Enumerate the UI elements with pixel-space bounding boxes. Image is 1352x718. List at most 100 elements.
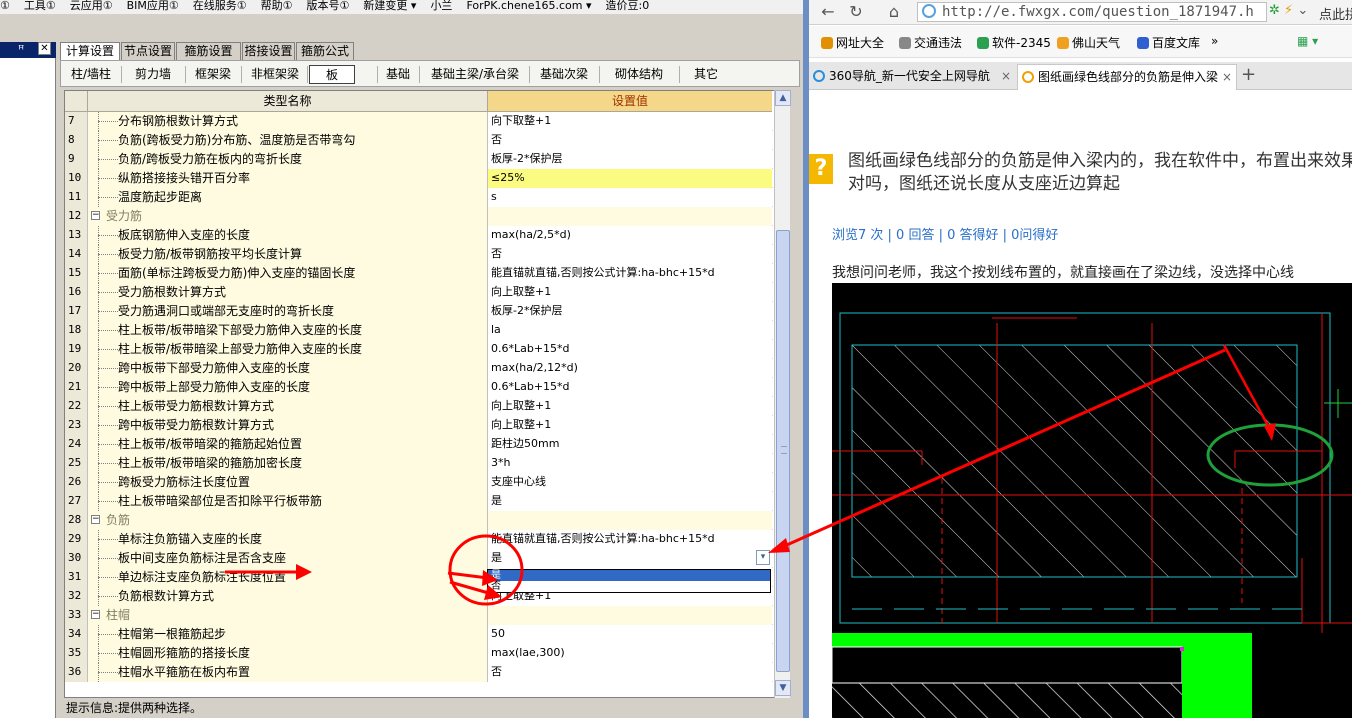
row-value[interactable]: ≤25% xyxy=(488,169,772,188)
row-value[interactable]: max(ha/2,12*d) xyxy=(488,359,772,378)
row-type-name[interactable]: 面筋(单标注跨板受力筋)伸入支座的锚固长度 xyxy=(88,264,488,283)
apps-icon[interactable]: ▦ ▾ xyxy=(1297,34,1318,48)
chevron-down-icon[interactable]: ▾ xyxy=(756,550,770,565)
scroll-up-icon[interactable]: ▲ xyxy=(775,90,791,106)
tab-top-0[interactable]: 计算设置 xyxy=(60,42,120,61)
header-setting-value[interactable]: 设置值 xyxy=(488,91,772,112)
menu-item[interactable]: 在线服务① xyxy=(193,0,247,12)
home-icon[interactable]: ⌂ xyxy=(883,2,905,22)
close-tab-icon[interactable]: × xyxy=(1222,65,1232,89)
row-type-name[interactable]: 负筋根数计算方式 xyxy=(88,587,488,606)
row-value[interactable]: la xyxy=(488,321,772,340)
menu-item[interactable]: 帮助① xyxy=(261,0,293,12)
row-type-name[interactable]: 柱帽圆形箍筋的搭接长度 xyxy=(88,644,488,663)
row-type-name[interactable]: 板受力筋/板带钢筋按平均长度计算 xyxy=(88,245,488,264)
table-row[interactable]: 7 分布钢筋根数计算方式 向下取整+1 xyxy=(65,112,773,131)
dropdown-option[interactable]: 否 xyxy=(488,581,770,592)
bookmark-item[interactable]: 网址大全 xyxy=(821,34,884,51)
row-value[interactable]: 能直锚就直锚,否则按公式计算:ha-bhc+15*d xyxy=(488,530,772,549)
tab-top-2[interactable]: 箍筋设置 xyxy=(176,42,241,60)
menu-item[interactable]: 小兰 xyxy=(430,0,452,12)
row-type-name[interactable]: 受力筋遇洞口或端部无支座时的弯折长度 xyxy=(88,302,488,321)
close-tab-icon[interactable]: × xyxy=(1001,64,1011,88)
row-type-name[interactable]: 负筋/跨板受力筋在板内的弯折长度 xyxy=(88,150,488,169)
row-type-name[interactable]: 负筋(跨板受力筋)分布筋、温度筋是否带弯勾 xyxy=(88,131,488,150)
row-type-name[interactable]: 跨板受力筋标注长度位置 xyxy=(88,473,488,492)
table-row[interactable]: 22 柱上板带受力筋根数计算方式 向上取整+1 xyxy=(65,397,773,416)
tab-top-4[interactable]: 箍筋公式 xyxy=(296,42,354,60)
value-dropdown-list[interactable]: 是否 xyxy=(487,569,771,593)
tab-sub-7[interactable]: 基础次梁 xyxy=(531,65,597,84)
row-value[interactable]: 板厚-2*保护层 xyxy=(488,150,772,169)
row-value[interactable]: max(ha/2,5*d) xyxy=(488,226,772,245)
table-row[interactable]: 11 温度筋起步距离 s xyxy=(65,188,773,207)
table-row[interactable]: 27 柱上板带暗梁部位是否扣除平行板带筋 是 xyxy=(65,492,773,511)
bookmark-item[interactable]: 软件-2345 xyxy=(977,34,1051,51)
row-type-name[interactable]: 单标注负筋锚入支座的长度 xyxy=(88,530,488,549)
row-value[interactable]: 支座中心线 xyxy=(488,473,772,492)
tab-sub-4[interactable]: 板 xyxy=(309,65,355,84)
vertical-scrollbar[interactable]: ▲ ▼ xyxy=(774,90,791,698)
tab-top-1[interactable]: 节点设置 xyxy=(121,42,175,60)
group-row[interactable]: 33− 柱帽 xyxy=(65,606,773,625)
row-type-name[interactable]: 柱上板带/板带暗梁上部受力筋伸入支座的长度 xyxy=(88,340,488,359)
browser-tab[interactable]: 图纸画绿色线部分的负筋是伸入梁 × xyxy=(1017,64,1237,90)
scroll-thumb[interactable] xyxy=(776,230,790,672)
row-value[interactable] xyxy=(488,511,772,530)
menu-item[interactable]: 工具① xyxy=(24,0,56,12)
row-value[interactable]: 向下取整+1 xyxy=(488,112,772,131)
row-value[interactable]: 0.6*Lab+15*d xyxy=(488,378,772,397)
menu-item[interactable]: ① xyxy=(0,0,10,12)
table-row[interactable]: 8 负筋(跨板受力筋)分布筋、温度筋是否带弯勾 否 xyxy=(65,131,773,150)
scroll-down-icon[interactable]: ▼ xyxy=(775,680,791,696)
collapse-icon[interactable]: − xyxy=(91,610,100,619)
collapse-icon[interactable]: − xyxy=(91,515,100,524)
row-type-name[interactable]: 温度筋起步距离 xyxy=(88,188,488,207)
pin-icon[interactable]: ꟸ xyxy=(18,43,24,56)
table-row[interactable]: 35 柱帽圆形箍筋的搭接长度 max(lae,300) xyxy=(65,644,773,663)
row-type-name[interactable]: 柱上板带/板带暗梁的箍筋起始位置 xyxy=(88,435,488,454)
row-type-name[interactable]: 柱上板带/板带暗梁下部受力筋伸入支座的长度 xyxy=(88,321,488,340)
url-right-text[interactable]: 点此拼 xyxy=(1319,4,1352,23)
row-type-name[interactable]: 板中间支座负筋标注是否含支座 xyxy=(88,549,488,568)
row-value[interactable]: 3*h xyxy=(488,454,772,473)
new-tab-icon[interactable]: + xyxy=(1241,64,1256,85)
row-type-name[interactable]: 受力筋根数计算方式 xyxy=(88,283,488,302)
table-row[interactable]: 34 柱帽第一根箍筋起步 50 xyxy=(65,625,773,644)
table-row[interactable]: 14 板受力筋/板带钢筋按平均长度计算 否 xyxy=(65,245,773,264)
row-type-name[interactable]: 柱帽第一根箍筋起步 xyxy=(88,625,488,644)
row-type-name[interactable]: − 负筋 xyxy=(88,511,488,530)
lightning-icon[interactable]: ⚡ xyxy=(1284,3,1293,18)
menu-item[interactable]: BIM应用① xyxy=(127,0,179,12)
table-row[interactable]: 20 跨中板带下部受力筋伸入支座的长度 max(ha/2,12*d) xyxy=(65,359,773,378)
table-row[interactable]: 36 柱帽水平箍筋在板内布置 否 xyxy=(65,663,773,682)
tab-sub-1[interactable]: 剪力墙 xyxy=(123,65,183,84)
table-row[interactable]: 17 受力筋遇洞口或端部无支座时的弯折长度 板厚-2*保护层 xyxy=(65,302,773,321)
table-row[interactable]: 30 板中间支座负筋标注是否含支座是 ▾ xyxy=(65,549,773,568)
row-value[interactable]: 距柱边50mm xyxy=(488,435,772,454)
table-row[interactable]: 19 柱上板带/板带暗梁上部受力筋伸入支座的长度 0.6*Lab+15*d xyxy=(65,340,773,359)
browser-tab[interactable]: 360导航_新一代安全上网导航 × xyxy=(809,64,1015,90)
row-value[interactable]: 板厚-2*保护层 xyxy=(488,302,772,321)
tab-sub-3[interactable]: 非框架梁 xyxy=(243,65,307,84)
row-value[interactable]: 向上取整+1 xyxy=(488,397,772,416)
bookmark-item[interactable]: 交通违法 xyxy=(899,34,962,51)
back-icon[interactable]: ← xyxy=(817,2,839,22)
row-type-name[interactable]: 纵筋搭接接头错开百分率 xyxy=(88,169,488,188)
table-row[interactable]: 10 纵筋搭接接头错开百分率 ≤25% xyxy=(65,169,773,188)
row-type-name[interactable]: 柱帽水平箍筋在板内布置 xyxy=(88,663,488,682)
row-value[interactable]: 能直锚就直锚,否则按公式计算:ha-bhc+15*d xyxy=(488,264,772,283)
table-row[interactable]: 21 跨中板带上部受力筋伸入支座的长度 0.6*Lab+15*d xyxy=(65,378,773,397)
dropdown-option[interactable]: 是 xyxy=(488,570,770,581)
table-row[interactable]: 23 跨中板带受力筋根数计算方式 向上取整+1 xyxy=(65,416,773,435)
tab-sub-6[interactable]: 基础主梁/承台梁 xyxy=(421,65,529,84)
gear-icon[interactable]: ✲ xyxy=(1269,3,1280,18)
tab-top-3[interactable]: 搭接设置 xyxy=(242,42,295,60)
row-type-name[interactable]: 单边标注支座负筋标注长度位置 xyxy=(88,568,488,587)
table-row[interactable]: 9 负筋/跨板受力筋在板内的弯折长度 板厚-2*保护层 xyxy=(65,150,773,169)
row-value[interactable]: max(lae,300) xyxy=(488,644,772,663)
row-value[interactable]: 50 xyxy=(488,625,772,644)
row-value[interactable]: 否 xyxy=(488,245,772,264)
tab-sub-2[interactable]: 框架梁 xyxy=(187,65,239,84)
group-row[interactable]: 12− 受力筋 xyxy=(65,207,773,226)
